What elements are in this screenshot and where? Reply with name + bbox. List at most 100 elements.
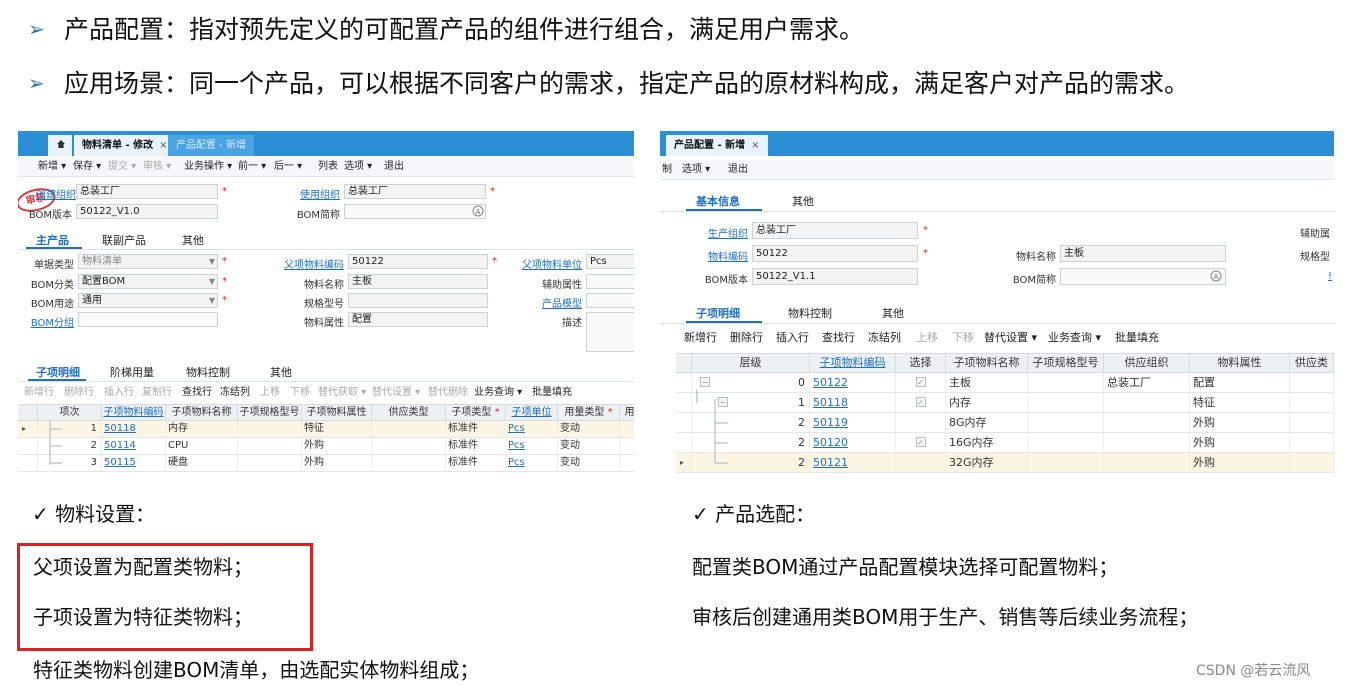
tab-step-qty[interactable]: 阶梯用量 (110, 364, 154, 380)
col-child-name[interactable]: 子项物料名称 (946, 354, 1028, 372)
col-supply-type[interactable]: 供应类 (1290, 354, 1334, 372)
tab-material-control[interactable]: 物料控制 (788, 305, 832, 321)
tab-co-product[interactable]: 联副产品 (102, 232, 146, 248)
toolbar-submit-button[interactable]: 提交 ▾ (108, 157, 136, 177)
tab-other-detail[interactable]: 其他 (270, 364, 292, 380)
toolbar-prev-button[interactable]: 前一 ▾ (238, 157, 266, 177)
col-child-code[interactable]: 子项物料编码 (102, 405, 166, 420)
table-row[interactable]: −0 50122 ✓ 主板 总装工厂 配置 (676, 373, 1334, 393)
col-select[interactable]: 选择 (896, 354, 946, 372)
toolbar-exit-button[interactable]: 退出 (384, 157, 404, 177)
bom-group-label[interactable]: BOM分组 (24, 314, 74, 329)
create-org-label[interactable]: 创建组织 (36, 186, 76, 201)
material-attr-field[interactable]: 配置 (348, 312, 488, 327)
child-code-link[interactable]: 50115 (102, 455, 166, 471)
grid-delete-row-button[interactable]: 删除行 (64, 383, 94, 403)
bom-short-field[interactable] (1060, 268, 1226, 285)
grid-move-down-button[interactable]: 下移 (290, 383, 310, 403)
material-name-field[interactable]: 主板 (1060, 245, 1226, 262)
home-tab[interactable] (48, 135, 72, 156)
close-icon[interactable]: × (159, 140, 167, 151)
prod-org-field[interactable]: 总装工厂 (752, 222, 918, 239)
table-row[interactable]: 3 50115 硬盘 外购 标准件 Pcs 变动 (18, 455, 634, 472)
grid-find-row-button[interactable]: 查找行 (182, 383, 212, 403)
tab-product-config[interactable]: 产品配置 - 新增 (168, 135, 254, 156)
toolbar-options-button[interactable]: 选项 ▾ (682, 160, 710, 180)
child-code-link[interactable]: 50118 (810, 393, 896, 412)
bom-short-field[interactable] (344, 204, 486, 219)
col-seq[interactable]: 项次 (38, 405, 102, 420)
tab-material-control[interactable]: 物料控制 (186, 364, 230, 380)
create-org-field[interactable]: 总装工厂 (76, 184, 218, 199)
grid-insert-row-button[interactable]: 插入行 (776, 328, 809, 348)
close-icon[interactable]: × (751, 140, 759, 151)
tab-child-detail[interactable]: 子项明细 (696, 305, 740, 321)
parent-unit-field[interactable]: Pcs (586, 254, 634, 269)
product-model-label[interactable]: 产品模型 (518, 295, 582, 310)
grid-batch-fill-button[interactable]: 批量填充 (532, 383, 572, 403)
toolbar-options-button[interactable]: 选项 ▾ (344, 157, 372, 177)
desc-textarea[interactable] (586, 312, 634, 352)
col-more[interactable]: 用 (620, 405, 635, 420)
tab-other-detail[interactable]: 其他 (882, 305, 904, 321)
col-supply-type[interactable]: 供应类型 (372, 405, 446, 420)
col-child-unit[interactable]: 子项单位 (506, 405, 558, 420)
tab-product-config-new[interactable]: 产品配置 - 新增 × (666, 135, 768, 156)
product-model-field[interactable] (586, 293, 634, 308)
grid-move-down-button[interactable]: 下移 (952, 328, 974, 348)
tab-main-product[interactable]: 主产品 (36, 232, 69, 248)
toolbar-save-button[interactable]: 保存 ▾ (73, 157, 101, 177)
child-unit-link[interactable]: Pcs (506, 421, 558, 437)
grid-sub-setting-button[interactable]: 替代设置 ▾ (984, 328, 1037, 348)
child-code-link[interactable]: 50118 (102, 421, 166, 437)
grid-business-query-button[interactable]: 业务查询 ▾ (474, 383, 522, 403)
table-row[interactable]: 2 50120 ✓ 16G内存 外购 (676, 433, 1334, 453)
prod-org-label[interactable]: 生产组织 (690, 225, 748, 240)
parent-code-label[interactable]: 父项物料编码 (278, 256, 344, 271)
grid-freeze-col-button[interactable]: 冻结列 (868, 328, 901, 348)
grid-sub-delete-button[interactable]: 替代删除 (428, 383, 468, 403)
parent-code-field[interactable]: 50122 (348, 254, 488, 269)
parent-unit-label[interactable]: 父项物料单位 (518, 256, 582, 271)
bom-version-field[interactable]: 50122_V1.1 (752, 268, 918, 285)
col-qty-type[interactable]: 用量类型 * (558, 405, 620, 420)
toolbar-audit-button[interactable]: 审核 ▾ (143, 157, 171, 177)
grid-insert-row-button[interactable]: 插入行 (104, 383, 134, 403)
col-child-spec[interactable]: 子项规格型号 (238, 405, 302, 420)
child-unit-link[interactable]: Pcs (506, 455, 558, 471)
material-code-field[interactable]: 50122 (752, 245, 918, 262)
bom-use-select[interactable]: 通用 ▼ (78, 293, 218, 308)
child-unit-link[interactable]: Pcs (506, 438, 558, 454)
grid-add-row-button[interactable]: 新增行 (684, 328, 717, 348)
child-code-link[interactable]: 50121 (810, 453, 896, 472)
col-child-name[interactable]: 子项物料名称 (166, 405, 238, 420)
toolbar-exit-button[interactable]: 退出 (728, 160, 748, 180)
tab-basic-info[interactable]: 基本信息 (696, 193, 740, 209)
grid-find-row-button[interactable]: 查找行 (822, 328, 855, 348)
table-row[interactable]: ▸ 1 50118 内存 特征 标准件 Pcs 变动 (18, 421, 634, 438)
child-code-link[interactable]: 50119 (810, 413, 896, 432)
toolbar-next-button[interactable]: 后一 ▾ (274, 157, 302, 177)
select-checkbox[interactable]: ✓ (915, 377, 926, 387)
toolbar-new-button[interactable]: 新增 ▾ (38, 157, 66, 177)
use-org-label[interactable]: 使用组织 (288, 186, 340, 201)
col-child-spec[interactable]: 子项规格型号 (1028, 354, 1104, 372)
material-code-label[interactable]: 物料编码 (690, 248, 748, 263)
col-child-code[interactable]: 子项物料编码 (810, 354, 896, 372)
translate-icon[interactable]: A (472, 205, 484, 217)
table-row[interactable]: 2 50114 CPU 外购 标准件 Pcs 变动 (18, 438, 634, 455)
bom-group-field[interactable] (78, 312, 218, 327)
child-code-link[interactable]: 50120 (810, 433, 896, 452)
tab-bom-edit[interactable]: 物料清单 - 修改 × (74, 135, 176, 156)
grid-sub-fetch-button[interactable]: 替代获取 ▾ (318, 383, 366, 403)
tab-other[interactable]: 其他 (182, 232, 204, 248)
use-org-field[interactable]: 总装工厂 (344, 184, 486, 199)
grid-sub-setting-button[interactable]: 替代设置 ▾ (372, 383, 420, 403)
bom-class-select[interactable]: 配置BOM ▼ (78, 274, 218, 289)
more-link[interactable]: ! (1328, 271, 1332, 282)
toolbar-list-button[interactable]: 列表 (318, 157, 338, 177)
tab-other[interactable]: 其他 (792, 193, 814, 209)
grid-delete-row-button[interactable]: 删除行 (730, 328, 763, 348)
child-code-link[interactable]: 50122 (810, 373, 896, 392)
grid-business-query-button[interactable]: 业务查询 ▾ (1048, 328, 1101, 348)
